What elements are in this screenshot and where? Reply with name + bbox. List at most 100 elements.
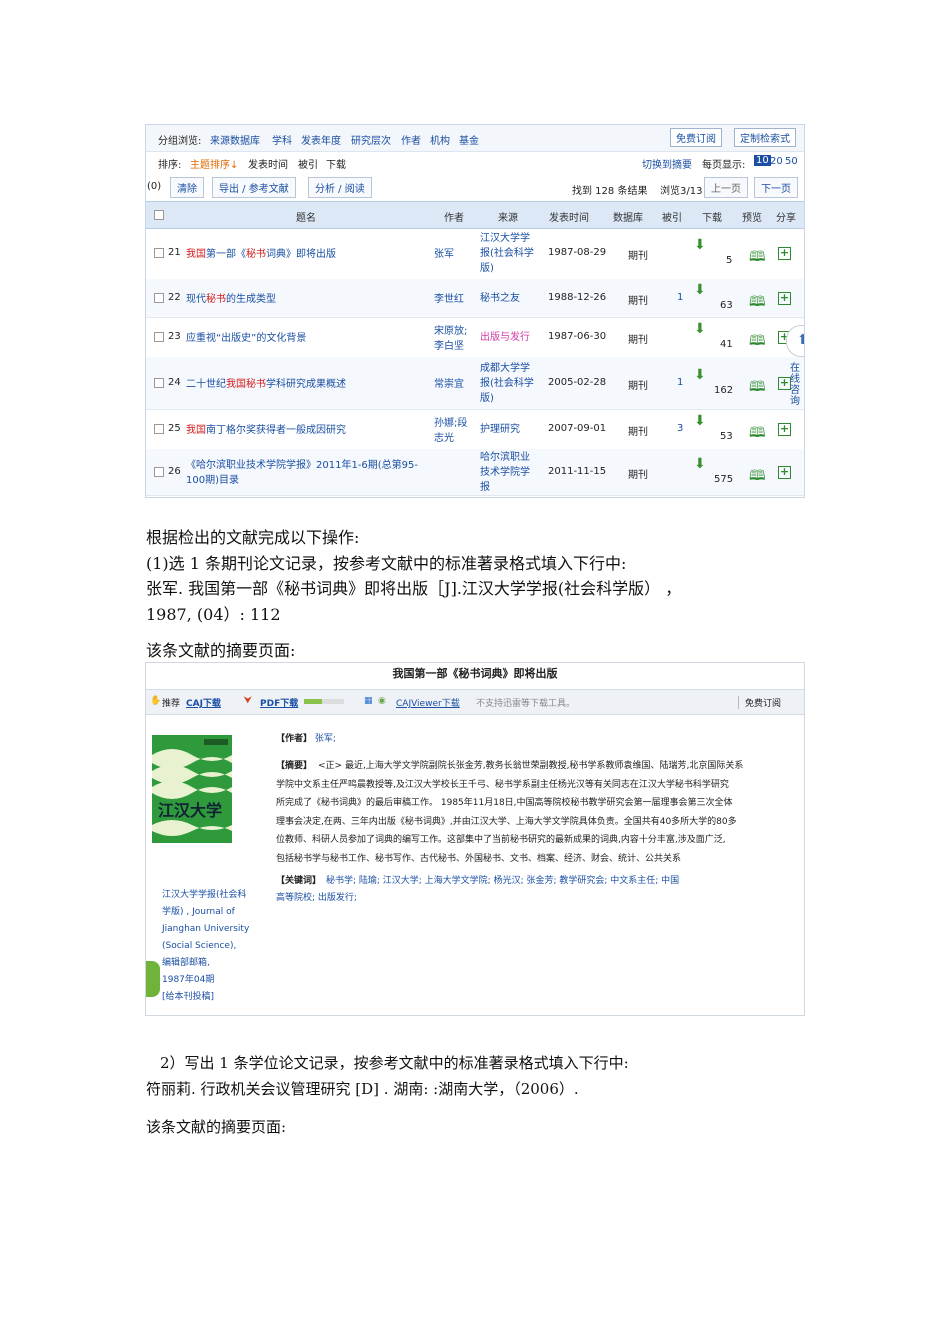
switch-abstract-link[interactable]: 切换到摘要 [642, 156, 692, 171]
row-author[interactable]: 孙娜;段志光 [434, 416, 474, 446]
row-author[interactable]: 张军 [434, 247, 474, 262]
per-page-50[interactable]: 50 [785, 156, 798, 167]
row-source[interactable]: 江汉大学学 报(社会科学 版) [480, 231, 534, 276]
keywords-line-1[interactable]: 秘书学; 陆瑜; 江汉大学; 上海大学文学院; 杨光汉; 张金芳; 教学研究会;… [326, 873, 679, 886]
group-link[interactable]: 基金 [459, 132, 479, 147]
caj-download-link[interactable]: CAJ下载 [186, 696, 221, 709]
custom-search-button[interactable]: 定制检索式 [734, 128, 796, 147]
abstract-line: 包括秘书学与秘书工作、秘书写作、古代秘书、外国秘书、文书、档案、经济、财会、统计… [276, 853, 682, 864]
download-icon[interactable]: ⬇ [694, 413, 706, 429]
group-link[interactable]: 研究层次 [351, 132, 391, 147]
sort-option-cited[interactable]: 被引 [298, 156, 318, 171]
journal-info-line[interactable]: [给本刊投稿] [162, 989, 249, 1006]
preview-book-icon[interactable]: 🕮 [749, 291, 766, 315]
search-results-panel: 分组浏览: 来源数据库 学科 发表年度 研究层次 作者 机构 基金 免费订阅 定… [145, 124, 805, 498]
share-plus-icon[interactable]: + [778, 292, 791, 305]
row-source[interactable]: 出版与发行 [480, 330, 530, 345]
recommend-label[interactable]: 推荐 [162, 696, 180, 709]
title-segment: 《哈尔滨职业技术学院学报》2011年1-6期(总第95-100期)目录 [186, 460, 419, 486]
group-link[interactable]: 发表年度 [301, 132, 341, 147]
prev-page-button[interactable]: 上一页 [704, 177, 748, 198]
header-source[interactable]: 来源 [498, 209, 518, 224]
select-all-checkbox[interactable] [154, 210, 164, 220]
row-title-link[interactable]: 现代秘书的生成类型 [186, 292, 426, 307]
group-link[interactable]: 作者 [401, 132, 421, 147]
author-link[interactable]: 张军; [315, 734, 336, 744]
share-plus-icon[interactable]: + [778, 423, 791, 436]
header-date[interactable]: 发表时间 [549, 209, 589, 224]
row-title-link[interactable]: 我国第一部《秘书词典》即将出版 [186, 247, 426, 262]
cajviewer-link[interactable]: CAJViewer下载 [396, 696, 460, 709]
row-cited[interactable]: 1 [677, 292, 683, 303]
share-plus-icon[interactable]: + [778, 247, 791, 260]
header-db[interactable]: 数据库 [613, 209, 643, 224]
row-checkbox[interactable] [154, 424, 164, 434]
free-subscribe-button[interactable]: 免费订阅 [670, 128, 722, 147]
header-author[interactable]: 作者 [444, 209, 464, 224]
android-icon: ◉ [378, 696, 386, 706]
row-cited[interactable]: 1 [677, 377, 683, 388]
preview-book-icon[interactable]: 🕮 [749, 376, 766, 400]
row-author[interactable]: 常崇宜 [434, 377, 474, 392]
header-cited[interactable]: 被引 [662, 209, 682, 224]
download-icon[interactable]: ⬇ [694, 456, 706, 472]
download-icon[interactable]: ⬇ [694, 367, 706, 383]
share-plus-icon[interactable]: + [778, 466, 791, 479]
group-link[interactable]: 机构 [430, 132, 450, 147]
journal-cover-image[interactable]: 江汉大学 [152, 735, 232, 843]
row-source[interactable]: 哈尔滨职业 技术学院学报 [480, 450, 530, 495]
download-icon[interactable]: ⬇ [694, 321, 706, 337]
row-source[interactable]: 秘书之友 [480, 291, 520, 306]
journal-info-line[interactable]: (Social Science), [162, 938, 249, 955]
abstract-line: 学院中文系主任严鸣晨教授等,及江汉大学校长王千弓、秘书学系副主任杨光汉等有关同志… [276, 779, 729, 790]
row-checkbox[interactable] [154, 467, 164, 477]
analyze-button[interactable]: 分析 / 阅读 [308, 177, 372, 198]
title-segment: 现代 [186, 294, 206, 305]
row-title-link[interactable]: 二十世纪我国秘书学科研究成果概述 [186, 377, 426, 392]
pdf-download-link[interactable]: PDF下载 [260, 696, 298, 709]
journal-info-line[interactable]: 学版) , Journal of [162, 904, 249, 921]
row-checkbox[interactable] [154, 293, 164, 303]
page-info: 浏览3/13 [660, 186, 703, 197]
row-date: 1987-06-30 [548, 331, 607, 342]
next-page-button[interactable]: 下一页 [754, 177, 798, 198]
journal-info-line[interactable]: 编辑部邮箱, [162, 955, 249, 972]
download-icon[interactable]: ⬇ [694, 237, 706, 253]
feedback-tab[interactable] [146, 961, 160, 997]
per-page-20[interactable]: 20 [770, 156, 783, 167]
group-link[interactable]: 来源数据库 [210, 132, 260, 147]
journal-info-line[interactable]: 江汉大学学报(社会科 [162, 887, 249, 904]
row-checkbox[interactable] [154, 378, 164, 388]
journal-info-line[interactable]: 1987年04期 [162, 972, 249, 989]
row-checkbox[interactable] [154, 248, 164, 258]
free-subscribe-link[interactable]: 免费订阅 [738, 696, 781, 709]
journal-info-line[interactable]: Jianghan University [162, 921, 249, 938]
row-source[interactable]: 护理研究 [480, 422, 520, 437]
selected-count: (0) [147, 181, 162, 192]
title-segment: 学科研究成果概述 [266, 379, 346, 390]
row-cited[interactable]: 3 [677, 423, 683, 434]
clear-button[interactable]: 清除 [170, 177, 204, 198]
row-title-link[interactable]: 应重视“出版史”的文化背景 [186, 331, 426, 346]
preview-book-icon[interactable]: 🕮 [749, 422, 766, 446]
preview-book-icon[interactable]: 🕮 [749, 246, 766, 270]
download-icon[interactable]: ⬇ [694, 282, 706, 298]
sort-option-topic[interactable]: 主题排序↓ [190, 156, 238, 171]
preview-book-icon[interactable]: 🕮 [749, 465, 766, 489]
row-checkbox[interactable] [154, 332, 164, 342]
online-consult-label[interactable]: 在线咨询 [790, 363, 804, 407]
export-button[interactable]: 导出 / 参考文献 [212, 177, 296, 198]
header-title[interactable]: 题名 [296, 209, 316, 224]
row-author[interactable]: 李世红 [434, 292, 474, 307]
keywords-line-2[interactable]: 高等院校; 出版发行; [276, 890, 357, 903]
group-link[interactable]: 学科 [272, 132, 292, 147]
preview-book-icon[interactable]: 🕮 [749, 330, 766, 354]
sort-option-date[interactable]: 发表时间 [248, 156, 288, 171]
row-title-link[interactable]: 我国南丁格尔奖获得者一般成因研究 [186, 423, 426, 438]
row-source[interactable]: 成都大学学 报(社会科学 版) [480, 361, 534, 406]
header-download[interactable]: 下载 [702, 209, 722, 224]
row-author[interactable]: 宋原放;李白坚 [434, 324, 474, 354]
per-page-10[interactable]: 10 [754, 155, 771, 166]
row-title-link[interactable]: 《哈尔滨职业技术学院学报》2011年1-6期(总第95-100期)目录 [186, 458, 426, 488]
sort-option-downloads[interactable]: 下载 [326, 156, 346, 171]
